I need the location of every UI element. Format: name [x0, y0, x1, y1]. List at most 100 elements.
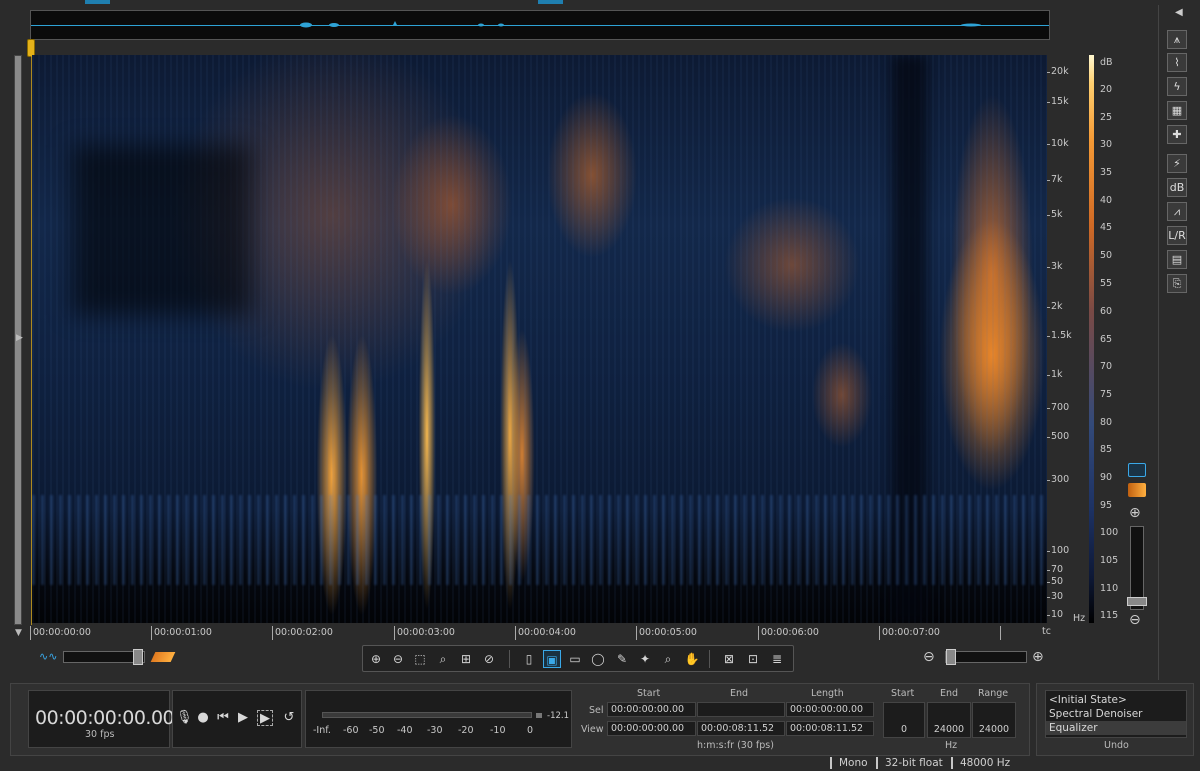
hum-removal-icon[interactable]: ϟ [1167, 77, 1187, 96]
time-ruler[interactable]: 00:00:00:00 00:00:01:00 00:00:02:00 00:0… [30, 624, 1050, 640]
vertical-zoom-out-icon[interactable]: ⊖ [1129, 612, 1141, 628]
brush-tool-icon[interactable]: ✎ [613, 650, 631, 668]
channel-ops-icon[interactable]: L/R [1167, 226, 1187, 245]
view-row-label: View [581, 724, 604, 735]
vertical-zoom-slider-thumb[interactable] [1127, 597, 1147, 606]
waveform-overview-shape [300, 21, 981, 28]
db-tick-label: 90 [1100, 472, 1113, 483]
selection-start-field[interactable]: 00:00:00:00.00 [607, 702, 696, 717]
fps-label: 30 fps [85, 729, 115, 740]
zoom-fit-icon[interactable]: ⊞ [457, 650, 475, 668]
time-tick-label: 00:00:03:00 [394, 626, 455, 640]
record-button[interactable]: ● [195, 710, 211, 726]
microphone-icon[interactable]: 🎙 [176, 710, 193, 726]
blend-slider-thumb[interactable] [133, 649, 143, 665]
waveform-overview[interactable] [30, 10, 1050, 40]
zoom-fit-time-icon[interactable]: ⌕ [434, 650, 452, 668]
rx-audio-editor: ▶ ▼ 20k 15k 10k 7k 5k 3k 2k 1.5k 1k 700 … [0, 0, 1200, 771]
meter-scale-label: -20 [458, 725, 474, 736]
db-tick-label: 65 [1100, 334, 1113, 345]
meter-scale-label: -40 [397, 725, 413, 736]
view-start-field[interactable]: 00:00:00:00.00 [607, 721, 696, 736]
spectrogram-view[interactable] [32, 55, 1047, 623]
freq-tick-label: 20k [1047, 66, 1069, 77]
zoom-selection-icon[interactable]: ⬚ [411, 650, 429, 668]
freq-tick-label: 1k [1047, 369, 1063, 380]
loop-button[interactable]: ↺ [281, 710, 297, 726]
freq-tick-label: 300 [1046, 474, 1070, 485]
horizontal-zoom-slider[interactable] [945, 651, 1027, 663]
play-button[interactable]: ▶ [235, 710, 251, 726]
freq-tick-label: 700 [1046, 402, 1070, 413]
toolbar-divider [509, 650, 510, 668]
go-to-start-button[interactable]: ⏮ [215, 710, 231, 726]
declip-icon[interactable]: ⩚ [1167, 30, 1187, 49]
select-similar-icon[interactable]: ⊡ [744, 650, 762, 668]
undo-item[interactable]: <Initial State> [1049, 694, 1127, 706]
vertical-zoom-in-icon[interactable]: ⊕ [1129, 505, 1141, 521]
time-selection-tool-icon[interactable]: ▯ [520, 650, 538, 668]
spectrogram-view-icon[interactable] [1128, 483, 1146, 497]
spectrogram-toggle-icon[interactable] [150, 652, 176, 662]
meter-scale-label: -10 [490, 725, 506, 736]
freq-end-field[interactable]: 24000 [927, 702, 971, 738]
selection-row-label: Sel [589, 705, 604, 716]
zoom-reset-icon[interactable]: ⊘ [480, 650, 498, 668]
freq-end-header: End [940, 688, 959, 699]
time-tick-mark [1000, 626, 1003, 640]
top-tab-accent [85, 0, 110, 4]
undo-item[interactable]: Spectral Denoiser [1049, 708, 1142, 720]
time-format-label[interactable]: tc [1042, 626, 1051, 637]
freq-tick-label: 100 [1046, 545, 1070, 556]
view-end-field[interactable]: 00:00:08:11.52 [697, 721, 785, 736]
collapse-arrow-icon[interactable]: ◀ [1175, 7, 1183, 18]
freq-range-field[interactable]: 24000 [972, 702, 1016, 738]
declick-icon[interactable]: ⌇ [1167, 53, 1187, 72]
expand-arrow-icon[interactable]: ▶ [16, 333, 23, 343]
level-meter [305, 690, 572, 748]
freq-start-field[interactable]: 0 [883, 702, 925, 738]
frequency-selection-tool-icon[interactable]: ▭ [566, 650, 584, 668]
hand-tool-icon[interactable]: ✋ [683, 650, 701, 668]
freq-start-header: Start [891, 688, 915, 699]
scroll-down-arrow-icon[interactable]: ▼ [15, 628, 22, 638]
waveform-toggle-icon[interactable]: ∿∿ [39, 651, 57, 663]
current-time-value[interactable]: 00:00:00:00.00 [35, 707, 175, 729]
frequency-unit-label: Hz [1073, 613, 1086, 624]
selection-end-field[interactable] [697, 702, 785, 717]
spectral-repair-icon[interactable]: ✚ [1167, 125, 1187, 144]
plugin-icon[interactable]: ⚡ [1167, 154, 1187, 173]
horizontal-zoom-out-icon[interactable]: ⊖ [923, 649, 935, 665]
zoom-in-icon[interactable]: ⊕ [367, 650, 385, 668]
view-length-field[interactable]: 00:00:08:11.52 [786, 721, 874, 736]
waveform-view-icon[interactable] [1128, 463, 1146, 477]
time-tick-label: 00:00:00:00 [30, 626, 91, 640]
eq-icon[interactable]: ⩘ [1167, 202, 1187, 221]
time-frequency-selection-tool-icon[interactable]: ▣ [543, 650, 561, 668]
gain-icon[interactable]: dB [1167, 178, 1187, 197]
export-icon[interactable]: ⎘ [1167, 274, 1187, 293]
zoom-tool-icon[interactable]: ⌕ [659, 650, 677, 668]
horizontal-zoom-in-icon[interactable]: ⊕ [1032, 649, 1044, 665]
selection-length-field[interactable]: 00:00:00:00.00 [786, 702, 874, 717]
select-harmonics-icon[interactable]: ⊠ [720, 650, 738, 668]
zoom-out-icon[interactable]: ⊖ [389, 650, 407, 668]
sample-rate-status: 48000 Hz [951, 757, 1010, 769]
magic-wand-tool-icon[interactable]: ✦ [636, 650, 654, 668]
horizontal-zoom-slider-thumb[interactable] [946, 649, 956, 665]
denoise-icon[interactable]: ▦ [1167, 101, 1187, 120]
db-tick-label: 75 [1100, 389, 1113, 400]
frequency-axis: 20k 15k 10k 7k 5k 3k 2k 1.5k 1k 700 500 … [1046, 55, 1087, 623]
undo-item-selected[interactable]: Equalizer [1049, 722, 1098, 734]
freq-tick-label: 500 [1046, 431, 1070, 442]
db-tick-label: 70 [1100, 361, 1113, 372]
play-selection-button[interactable]: ▶ [257, 710, 273, 726]
freq-tick-label: 10 [1046, 609, 1064, 620]
time-tick-label: 00:00:05:00 [636, 626, 697, 640]
selection-options-icon[interactable]: ≣ [768, 650, 786, 668]
meter-peak-indicator [536, 713, 542, 718]
lasso-tool-icon[interactable]: ◯ [589, 650, 607, 668]
freq-range-header: Range [978, 688, 1009, 699]
time-tick-label: 00:00:07:00 [879, 626, 940, 640]
resample-icon[interactable]: ▤ [1167, 250, 1187, 269]
